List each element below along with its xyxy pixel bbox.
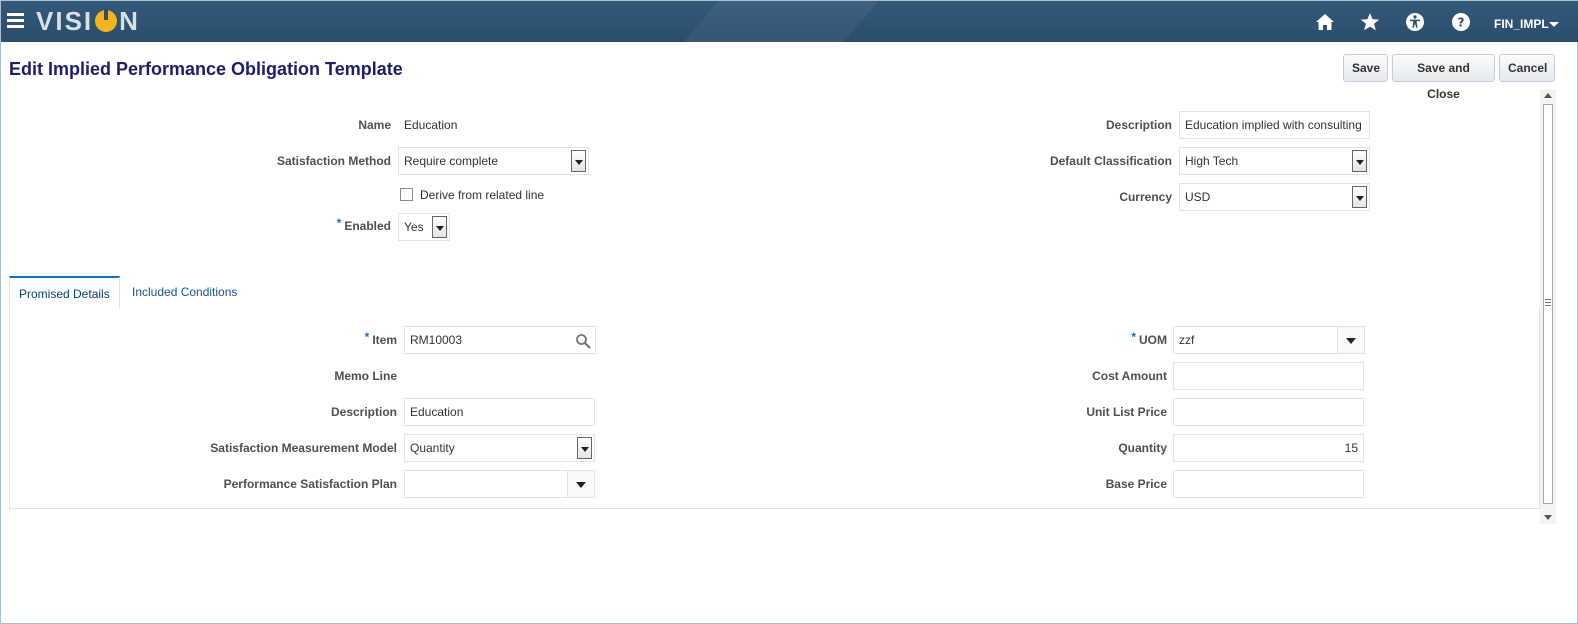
memo-line-label: Memo Line bbox=[334, 369, 397, 383]
enabled-select[interactable]: Yes bbox=[398, 213, 450, 241]
enabled-label-text: Enabled bbox=[344, 219, 391, 233]
home-icon[interactable] bbox=[1314, 12, 1336, 32]
save-and-close-button[interactable]: Save and Close bbox=[1392, 54, 1495, 101]
tab-included-conditions[interactable]: Included Conditions bbox=[123, 276, 246, 309]
satisfaction-method-label: Satisfaction Method bbox=[276, 154, 391, 168]
help-icon[interactable]: ? bbox=[1450, 12, 1472, 32]
base-price-label: Base Price bbox=[1105, 477, 1167, 491]
uom-value: zzf bbox=[1179, 333, 1195, 347]
default-classification-select[interactable]: High Tech bbox=[1179, 147, 1370, 175]
description-field[interactable]: Education implied with consulting bbox=[1179, 111, 1370, 139]
favorites-star-icon[interactable] bbox=[1359, 12, 1381, 32]
page-title: Edit Implied Performance Obligation Temp… bbox=[9, 59, 403, 79]
svg-text:?: ? bbox=[1458, 16, 1465, 30]
satisfaction-measurement-model-select[interactable]: Quantity bbox=[404, 434, 595, 462]
base-price-field[interactable] bbox=[1173, 470, 1364, 498]
uom-label-text: UOM bbox=[1139, 333, 1167, 347]
currency-label: Currency bbox=[1119, 190, 1172, 204]
required-indicator: * bbox=[364, 330, 370, 344]
name-value: Education bbox=[404, 118, 458, 132]
tab-promised-details[interactable]: Promised Details bbox=[9, 276, 120, 309]
enabled-value: Yes bbox=[404, 220, 424, 234]
default-classification-label: Default Classification bbox=[1049, 154, 1172, 168]
dropdown-arrow-icon[interactable] bbox=[577, 437, 592, 459]
logo-text-left: VISI bbox=[36, 5, 94, 36]
cost-amount-label: Cost Amount bbox=[1092, 369, 1167, 383]
unit-list-price-field[interactable] bbox=[1173, 398, 1364, 426]
name-label: Name bbox=[358, 118, 391, 132]
search-icon[interactable] bbox=[575, 333, 591, 349]
satisfaction-measurement-model-label: Satisfaction Measurement Model bbox=[210, 441, 397, 455]
accessibility-icon[interactable] bbox=[1404, 12, 1426, 32]
quantity-label: Quantity bbox=[1118, 441, 1167, 455]
performance-satisfaction-plan-label: Performance Satisfaction Plan bbox=[223, 477, 397, 491]
vertical-scrollbar[interactable] bbox=[1540, 89, 1556, 524]
dropdown-arrow-icon[interactable] bbox=[1352, 150, 1367, 172]
default-classification-value: High Tech bbox=[1185, 154, 1239, 168]
item-field[interactable]: RM10003 bbox=[404, 326, 596, 354]
dropdown-arrow-icon[interactable] bbox=[1352, 186, 1367, 208]
satisfaction-measurement-model-value: Quantity bbox=[410, 441, 455, 455]
global-header: VISI N ? FIN_IMPL bbox=[1, 1, 1578, 42]
scroll-down-icon[interactable] bbox=[1544, 515, 1552, 520]
item-value: RM10003 bbox=[410, 333, 463, 347]
dropdown-arrow-icon[interactable] bbox=[567, 471, 594, 497]
uom-select[interactable]: zzf bbox=[1173, 326, 1365, 354]
detail-description-label: Description bbox=[330, 405, 397, 419]
uom-label: * UOM bbox=[1071, 330, 1167, 347]
header-decoration bbox=[683, 1, 879, 42]
item-label-text: Item bbox=[372, 333, 397, 347]
cancel-button[interactable]: Cancel bbox=[1499, 54, 1555, 82]
quantity-field[interactable]: 15 bbox=[1173, 434, 1364, 462]
app-window: VISI N ? FIN_IMPL Edit Implied Performanc… bbox=[0, 0, 1578, 624]
item-label: * Item bbox=[301, 330, 397, 347]
required-indicator: * bbox=[336, 216, 342, 230]
dropdown-arrow-icon[interactable] bbox=[571, 150, 586, 172]
enabled-label: * Enabled bbox=[301, 216, 391, 233]
satisfaction-method-value: Require complete bbox=[404, 154, 499, 168]
currency-value: USD bbox=[1185, 190, 1211, 204]
save-button[interactable]: Save bbox=[1343, 54, 1388, 82]
logo-text-right: N bbox=[119, 5, 140, 36]
performance-satisfaction-plan-select[interactable] bbox=[404, 470, 595, 498]
currency-select[interactable]: USD bbox=[1179, 183, 1370, 211]
unit-list-price-label: Unit List Price bbox=[1086, 405, 1167, 419]
user-menu[interactable]: FIN_IMPL bbox=[1494, 17, 1549, 31]
derive-from-related-line-checkbox[interactable] bbox=[400, 188, 413, 201]
satisfaction-method-select[interactable]: Require complete bbox=[398, 147, 589, 175]
dropdown-arrow-icon[interactable] bbox=[1337, 327, 1364, 353]
menu-hamburger-icon[interactable] bbox=[7, 13, 24, 28]
description-label: Description bbox=[1105, 118, 1172, 132]
scroll-up-icon[interactable] bbox=[1544, 93, 1552, 98]
logo-o-icon bbox=[95, 8, 118, 32]
dropdown-arrow-icon[interactable] bbox=[432, 216, 447, 238]
derive-from-related-line-label: Derive from related line bbox=[420, 188, 545, 202]
required-indicator: * bbox=[1131, 330, 1136, 344]
detail-description-field[interactable]: Education bbox=[404, 398, 595, 426]
scroll-grip-icon bbox=[1545, 299, 1551, 306]
cost-amount-field[interactable] bbox=[1173, 362, 1364, 390]
vision-logo[interactable]: VISI N bbox=[36, 5, 140, 36]
user-menu-caret-icon[interactable] bbox=[1549, 22, 1559, 27]
